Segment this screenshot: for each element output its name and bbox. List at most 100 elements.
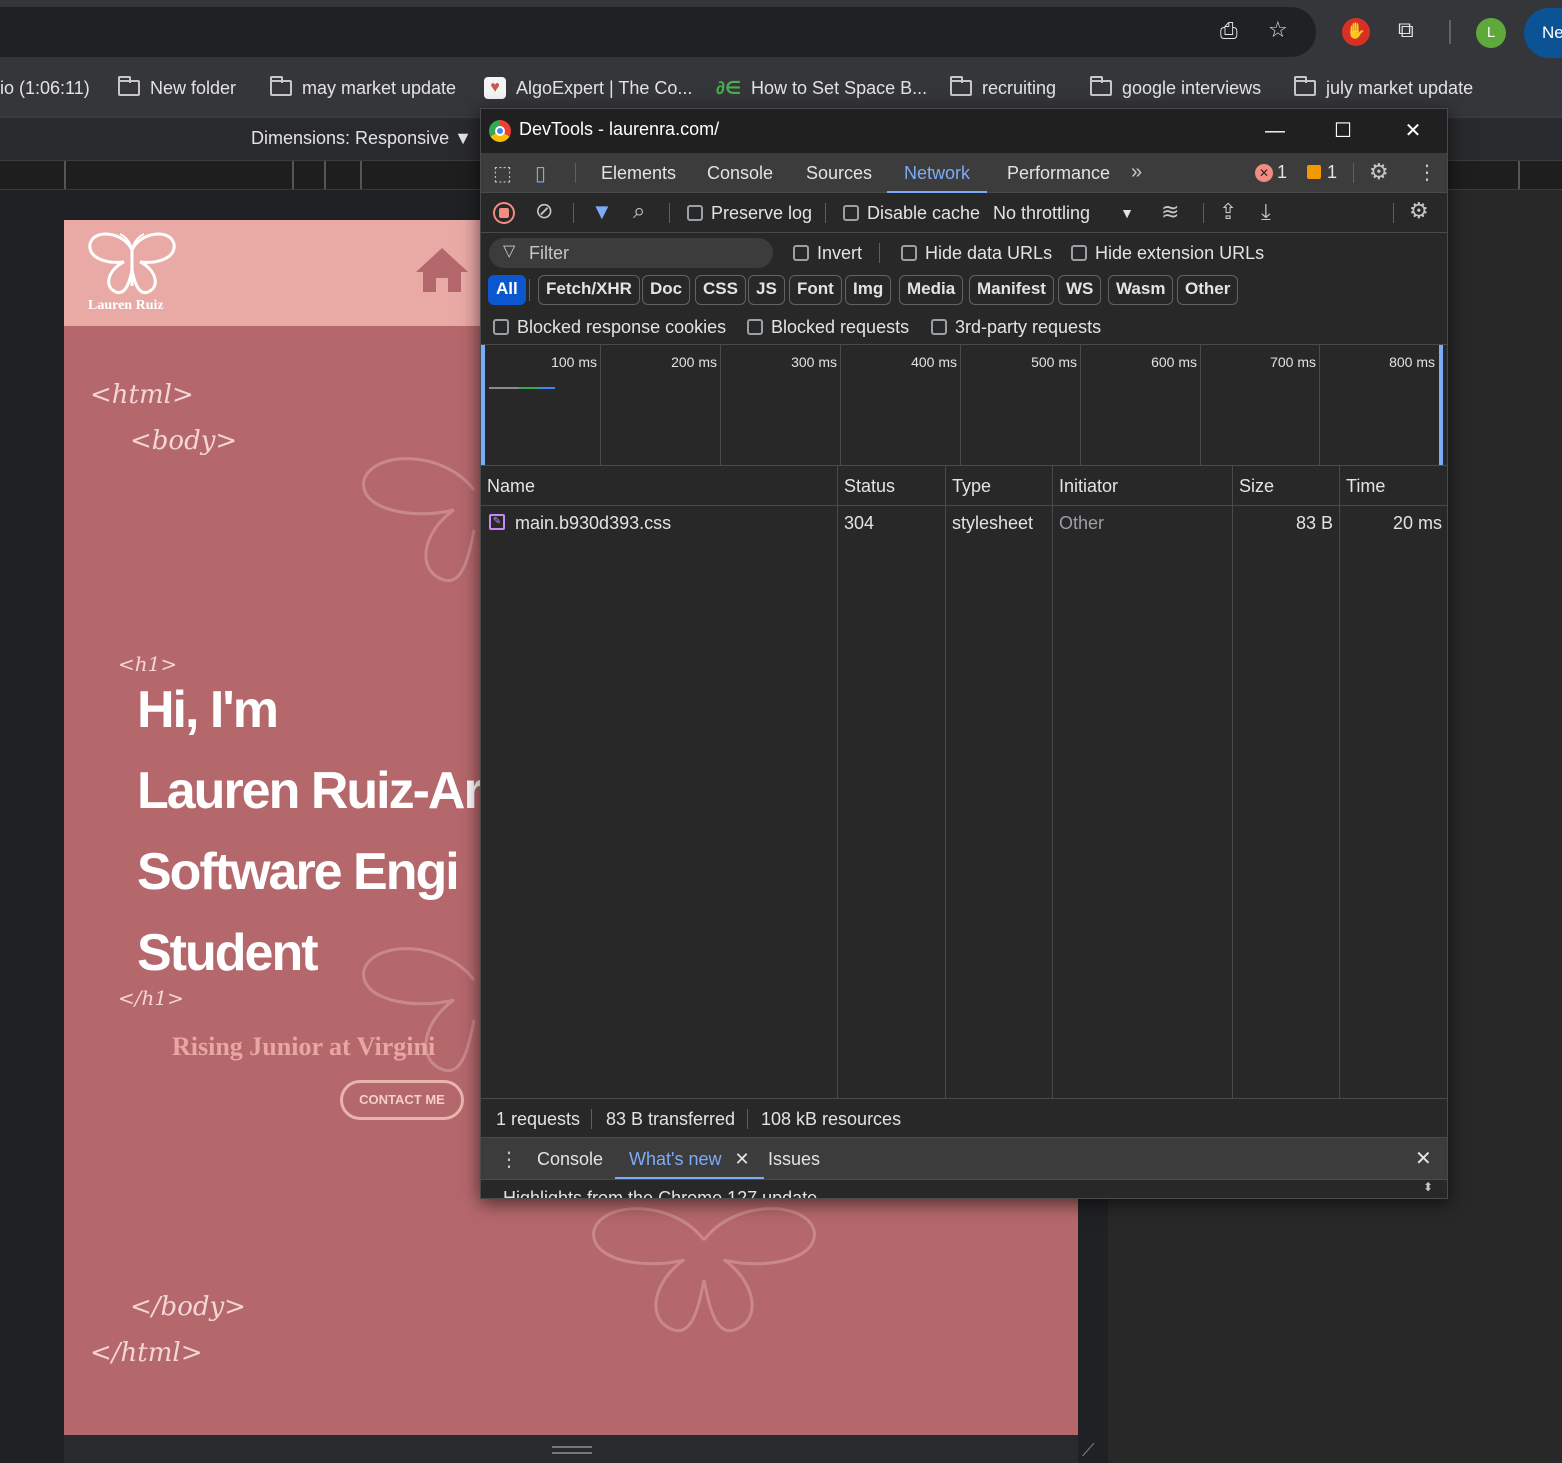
- separator: [669, 203, 670, 223]
- device-toggle-icon[interactable]: ▯: [535, 161, 546, 186]
- folder-icon: [1294, 76, 1316, 96]
- install-app-icon[interactable]: ⎙: [1220, 20, 1238, 42]
- filter-chip-other[interactable]: Other: [1177, 275, 1239, 305]
- export-har-icon[interactable]: ⤓: [1261, 199, 1271, 225]
- summary-transferred: 83 B transferred: [606, 1109, 736, 1129]
- blocked-requests-checkbox[interactable]: Blocked requests: [747, 307, 909, 347]
- throttling-dropdown[interactable]: No throttling ▼: [993, 193, 1134, 233]
- chevron-down-icon: ▼: [1120, 205, 1134, 221]
- maximize-icon[interactable]: ☐: [1323, 115, 1363, 147]
- bookmark-item[interactable]: io (1:06:11): [0, 62, 90, 114]
- network-conditions-icon[interactable]: ≋: [1161, 199, 1179, 225]
- timeline-start-handle[interactable]: [481, 345, 485, 465]
- checkbox-icon: [901, 245, 917, 261]
- column-header-size[interactable]: Size: [1233, 466, 1274, 506]
- subtitle: Rising Junior at Virgini: [172, 1032, 436, 1061]
- blocked-response-cookies-checkbox[interactable]: Blocked response cookies: [493, 307, 726, 347]
- address-bar[interactable]: [0, 7, 1316, 57]
- preserve-log-checkbox[interactable]: Preserve log: [687, 193, 812, 233]
- disable-cache-checkbox[interactable]: Disable cache: [843, 193, 980, 233]
- column-header-name[interactable]: Name: [481, 466, 535, 506]
- filter-icon: ▽: [503, 243, 516, 260]
- drawer-tab-console[interactable]: Console: [537, 1139, 603, 1179]
- filter-chip-ws[interactable]: WS: [1058, 275, 1102, 305]
- drawer-tab-whats-new[interactable]: What's new ✕: [615, 1139, 764, 1179]
- filter-chip-manifest[interactable]: Manifest: [969, 275, 1054, 305]
- filter-chip-font[interactable]: Font: [789, 275, 842, 305]
- filter-chip-img[interactable]: Img: [845, 275, 892, 305]
- filter-chip-fetch-xhr[interactable]: Fetch/XHR: [538, 275, 640, 305]
- network-settings-icon[interactable]: ⚙: [1409, 198, 1429, 224]
- drawer-tab-issues[interactable]: Issues: [768, 1139, 820, 1179]
- filter-input[interactable]: Filter: [489, 238, 773, 268]
- close-window-icon[interactable]: ✕: [1393, 115, 1433, 147]
- bookmark-star-icon[interactable]: ☆: [1268, 19, 1288, 41]
- import-har-icon[interactable]: ⇪: [1219, 199, 1237, 225]
- folder-icon: [118, 76, 140, 96]
- record-icon[interactable]: [493, 202, 515, 224]
- tab-network[interactable]: Network: [887, 153, 988, 193]
- code-tag-html-open: <html>: [90, 380, 194, 410]
- separator: [591, 1109, 592, 1129]
- invert-checkbox[interactable]: Invert: [793, 233, 862, 273]
- filter-chip-js[interactable]: JS: [748, 275, 785, 305]
- hide-data-urls-checkbox[interactable]: Hide data URLs: [901, 233, 1052, 273]
- checkbox-icon: [493, 319, 509, 335]
- inspect-element-icon[interactable]: ⬚: [493, 161, 512, 186]
- warning-icon[interactable]: [1307, 165, 1321, 179]
- dimensions-dropdown[interactable]: Dimensions: Responsive ▼: [251, 128, 472, 149]
- filter-chip-css[interactable]: CSS: [695, 275, 746, 305]
- search-icon[interactable]: ⌕: [633, 198, 645, 224]
- extension-stop-icon[interactable]: ✋: [1342, 18, 1370, 46]
- separator: [879, 243, 880, 263]
- bookmark-item[interactable]: recruiting: [950, 62, 1056, 114]
- close-tab-icon[interactable]: ✕: [735, 1149, 750, 1169]
- clear-icon[interactable]: ⊘: [535, 198, 553, 224]
- hero-line: Hi, I'm: [137, 681, 279, 739]
- bookmark-item[interactable]: ♥ AlgoExpert | The Co...: [484, 62, 692, 114]
- more-tabs-icon[interactable]: »: [1131, 161, 1142, 184]
- more-options-icon[interactable]: ⋮: [1417, 160, 1437, 185]
- checkbox-icon: [747, 319, 763, 335]
- cell-size: 83 B: [1295, 513, 1333, 533]
- tab-elements[interactable]: Elements: [601, 153, 676, 193]
- column-header-type[interactable]: Type: [946, 466, 991, 506]
- profile-avatar[interactable]: L: [1476, 18, 1506, 48]
- resize-corner-icon[interactable]: ⟋: [1082, 1440, 1095, 1461]
- bookmark-item[interactable]: ∂∈ How to Set Space B...: [716, 62, 927, 114]
- cell-status: 304: [844, 513, 875, 533]
- separator: [1353, 163, 1354, 183]
- bookmark-item[interactable]: may market update: [270, 62, 456, 114]
- tab-performance[interactable]: Performance: [1007, 153, 1110, 193]
- contact-me-button[interactable]: CONTACT ME: [340, 1080, 464, 1120]
- bookmark-item[interactable]: google interviews: [1090, 62, 1261, 114]
- filter-chip-all[interactable]: All: [488, 275, 526, 305]
- network-overview-timeline[interactable]: 100 ms 200 ms 300 ms 400 ms 500 ms 600 m…: [481, 345, 1447, 466]
- scroll-arrows-icon[interactable]: ⬍: [1423, 1180, 1433, 1194]
- column-header-initiator[interactable]: Initiator: [1053, 466, 1118, 506]
- column-header-status[interactable]: Status: [838, 466, 895, 506]
- resize-handle[interactable]: [552, 1446, 592, 1454]
- filter-chip-media[interactable]: Media: [899, 275, 964, 305]
- third-party-requests-checkbox[interactable]: 3rd-party requests: [931, 307, 1101, 347]
- bookmark-label: AlgoExpert | The Co...: [516, 77, 693, 98]
- hide-extension-urls-checkbox[interactable]: Hide extension URLs: [1071, 233, 1264, 273]
- close-drawer-icon[interactable]: ✕: [1415, 1146, 1432, 1171]
- tab-console[interactable]: Console: [707, 153, 773, 193]
- column-header-time[interactable]: Time: [1340, 466, 1385, 506]
- extensions-puzzle-icon[interactable]: ⧉: [1398, 19, 1414, 41]
- minimize-icon[interactable]: —: [1255, 115, 1295, 147]
- filter-chip-wasm[interactable]: Wasm: [1108, 275, 1174, 305]
- filter-chip-doc[interactable]: Doc: [642, 275, 691, 305]
- home-icon[interactable]: [414, 246, 470, 294]
- timeline-end-handle[interactable]: [1439, 345, 1443, 465]
- devtools-title: DevTools - laurenra.com/: [519, 119, 720, 139]
- settings-gear-icon[interactable]: ⚙: [1369, 159, 1389, 185]
- drawer-menu-icon[interactable]: ⋮: [499, 1147, 519, 1172]
- filter-funnel-icon[interactable]: ▼: [591, 199, 613, 225]
- bookmark-item[interactable]: july market update: [1294, 62, 1473, 114]
- tab-sources[interactable]: Sources: [806, 153, 872, 193]
- cell-name[interactable]: main.b930d393.css: [515, 506, 671, 540]
- bookmark-item[interactable]: New folder: [118, 62, 236, 114]
- error-icon[interactable]: ✕: [1255, 164, 1273, 182]
